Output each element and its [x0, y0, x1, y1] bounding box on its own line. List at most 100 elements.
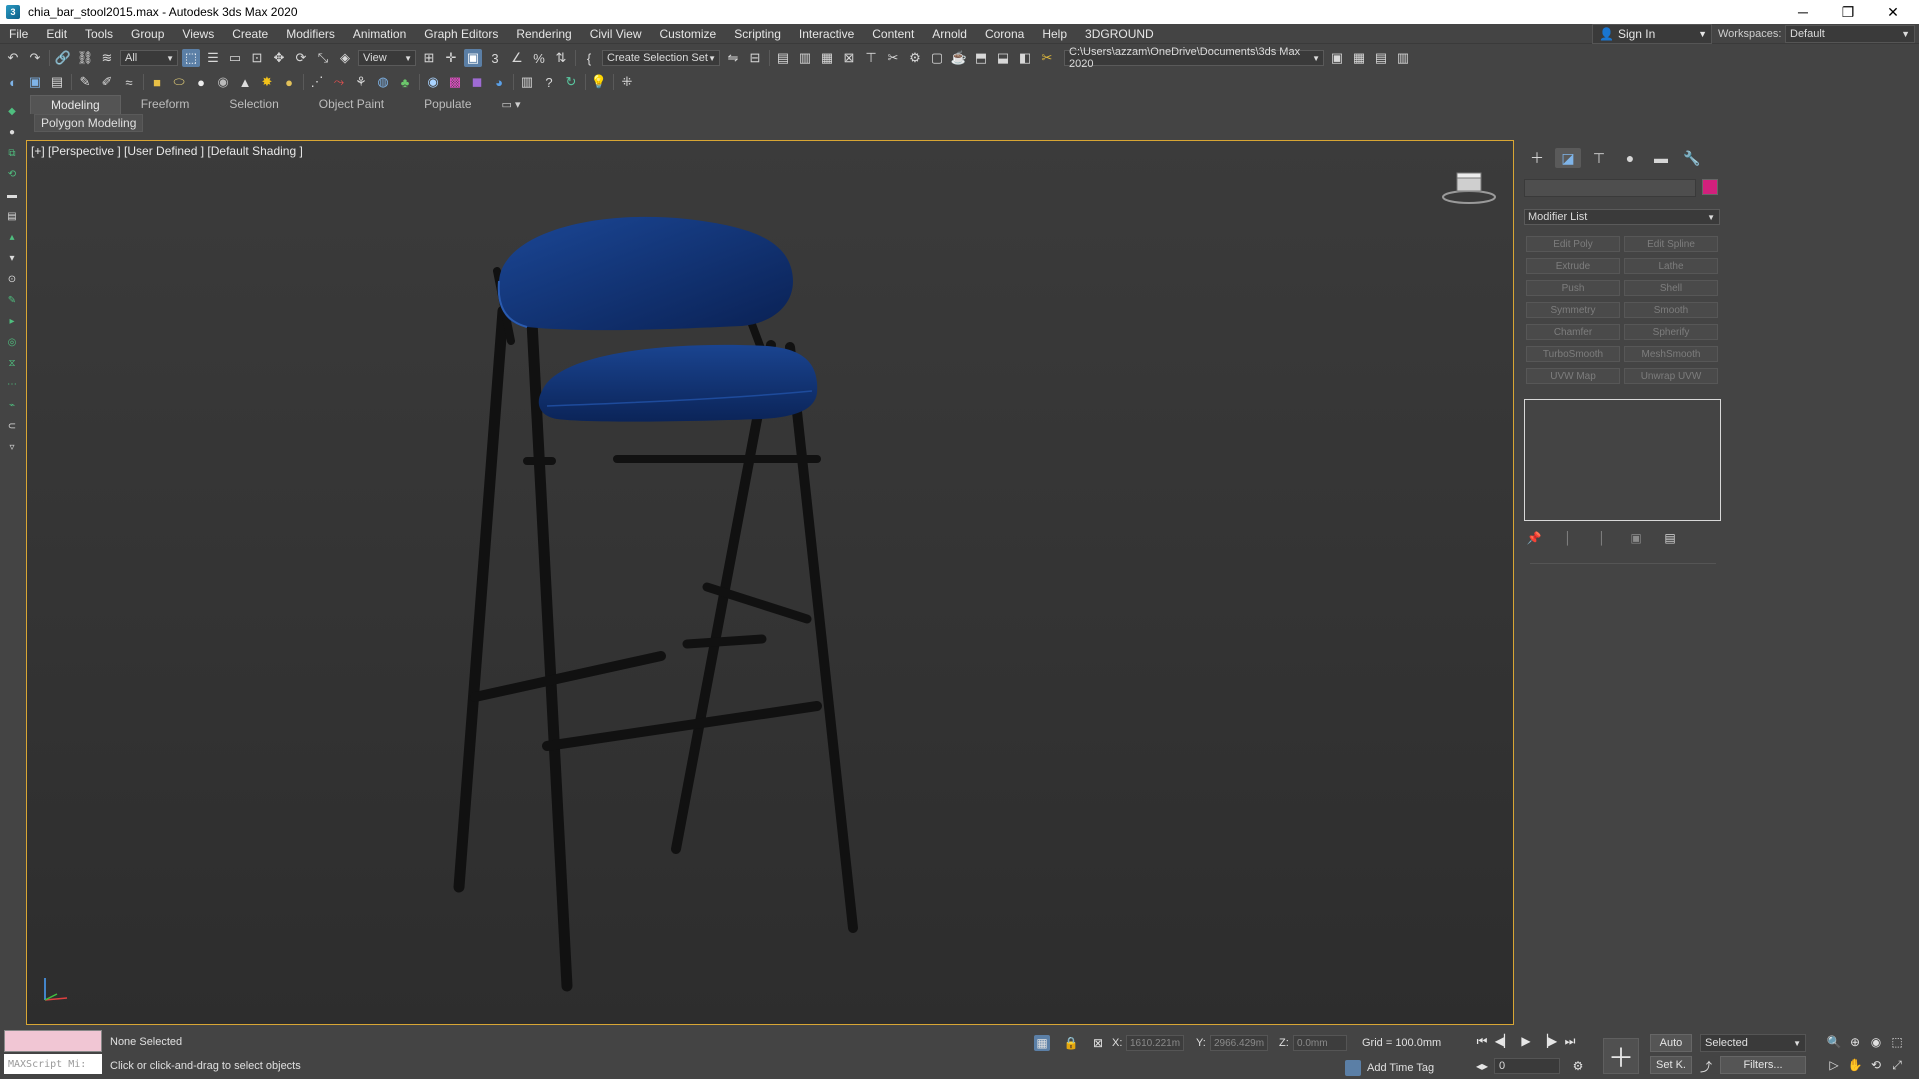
modifier-meshsmooth-button[interactable]: MeshSmooth — [1624, 346, 1718, 362]
material-icon[interactable]: ◍ — [374, 73, 392, 91]
edit-named-selection-icon[interactable]: { — [580, 49, 598, 67]
redo-icon[interactable]: ↷ — [26, 49, 44, 67]
create-icon[interactable]: ＋ — [1524, 148, 1550, 168]
strip-camera-icon[interactable]: ⧖ — [6, 357, 18, 369]
render-iterative-icon[interactable]: ⬒ — [972, 49, 990, 67]
current-frame-field[interactable]: 0 — [1494, 1058, 1560, 1074]
named-selection-dropdown[interactable]: Create Selection Set ▼ — [602, 50, 720, 66]
keyboard-shortcut-override-icon[interactable]: ▣ — [464, 49, 482, 67]
modifier-spherify-button[interactable]: Spherify — [1624, 324, 1718, 340]
ref-coord-dropdown[interactable]: View ▼ — [358, 50, 416, 66]
corona-render-icon[interactable]: ◉ — [424, 73, 442, 91]
viewcube-icon[interactable] — [1439, 167, 1499, 207]
strip-object-icon[interactable]: ▴ — [6, 231, 18, 243]
create-project-icon[interactable]: ▦ — [1350, 49, 1368, 67]
configure-modifier-sets-icon[interactable]: ▤ — [1662, 530, 1678, 546]
menu-file[interactable]: File — [0, 27, 37, 41]
modifier-uvw-map-button[interactable]: UVW Map — [1526, 368, 1620, 384]
open-container-icon[interactable]: ▣ — [26, 73, 44, 91]
render-online-icon[interactable]: ◧ — [1016, 49, 1034, 67]
select-manipulate-icon[interactable]: ✛ — [442, 49, 460, 67]
auto-key-button[interactable]: Auto — [1650, 1034, 1692, 1052]
select-by-name-icon[interactable]: ☰ — [204, 49, 222, 67]
unlink-icon[interactable]: ⛓ — [76, 49, 94, 67]
select-scale-icon[interactable]: ⤡ — [314, 49, 332, 67]
material-editor-icon[interactable]: ✂ — [884, 49, 902, 67]
workspace-dropdown[interactable]: Default ▼ — [1785, 25, 1915, 43]
menu-interactive[interactable]: Interactive — [790, 27, 863, 41]
lightbulb-icon[interactable]: 💡 — [590, 73, 608, 91]
modifier-unwrap-uvw-button[interactable]: Unwrap UVW — [1624, 368, 1718, 384]
strip-filter-icon[interactable]: ▾ — [6, 252, 18, 264]
tab-object-paint[interactable]: Object Paint — [299, 95, 404, 113]
pan-view-icon[interactable]: ✋ — [1847, 1057, 1863, 1073]
project-folder-icon[interactable]: ▣ — [1328, 49, 1346, 67]
modifier-turbosmooth-button[interactable]: TurboSmooth — [1526, 346, 1620, 362]
strip-dot-icon[interactable]: ● — [6, 126, 18, 138]
select-rotate-icon[interactable]: ⟳ — [292, 49, 310, 67]
y-coord-field[interactable]: 2966.429m — [1210, 1035, 1268, 1051]
strip-light-icon[interactable]: ◎ — [6, 336, 18, 348]
spacing-tool-icon[interactable]: ⤳ — [330, 73, 348, 91]
project-open-icon[interactable]: ▥ — [1394, 49, 1412, 67]
key-filter-dropdown[interactable]: Selected ▼ — [1700, 1034, 1806, 1052]
go-to-start-icon[interactable]: ⏮ — [1474, 1033, 1490, 1049]
modifier-smooth-button[interactable]: Smooth — [1624, 302, 1718, 318]
z-coord-field[interactable]: 0.0mm — [1293, 1035, 1347, 1051]
rendered-frame-window-icon[interactable]: ▢ — [928, 49, 946, 67]
strip-more-icon[interactable]: ▿ — [6, 441, 18, 453]
cylinder-primitive-icon[interactable]: ⬭ — [170, 73, 188, 91]
menu-graph-editors[interactable]: Graph Editors — [415, 27, 507, 41]
undo-icon[interactable]: ↶ — [4, 49, 22, 67]
close-button[interactable]: ✕ — [1870, 0, 1916, 24]
sphere-primitive-icon[interactable]: ● — [192, 73, 210, 91]
light-icon[interactable]: ✸ — [258, 73, 276, 91]
tab-selection[interactable]: Selection — [209, 95, 298, 113]
display-icon[interactable]: ▬ — [1648, 148, 1674, 168]
key-filters-button[interactable]: Filters... — [1720, 1056, 1806, 1074]
absolute-mode-icon[interactable]: ⊠ — [1090, 1035, 1106, 1051]
help-icon[interactable]: ? — [540, 73, 558, 91]
menu-tools[interactable]: Tools — [76, 27, 122, 41]
modifier-stack[interactable] — [1524, 399, 1721, 521]
scatter-icon[interactable]: ▥ — [518, 73, 536, 91]
angle-snap-icon[interactable]: ∠ — [508, 49, 526, 67]
object-name-field[interactable] — [1524, 179, 1696, 197]
ribbon-toggle-icon[interactable]: ▦ — [818, 49, 836, 67]
menu-edit[interactable]: Edit — [37, 27, 76, 41]
select-object-icon[interactable]: ⬚ — [182, 49, 200, 67]
menu-views[interactable]: Views — [173, 27, 223, 41]
selection-filter-dropdown[interactable]: All ▼ — [120, 50, 178, 66]
menu-3dground[interactable]: 3DGROUND — [1076, 27, 1163, 41]
modifier-push-button[interactable]: Push — [1526, 280, 1620, 296]
strip-layer-icon[interactable]: ▤ — [6, 210, 18, 222]
key-tangent-icon[interactable]: ⤴ — [1698, 1058, 1714, 1074]
particle-icon[interactable]: ⚘ — [352, 73, 370, 91]
object-color-swatch[interactable] — [1702, 179, 1718, 195]
next-frame-icon[interactable]: ▕▶ — [1539, 1033, 1557, 1049]
modifier-shell-button[interactable]: Shell — [1624, 280, 1718, 296]
box-primitive-icon[interactable]: ■ — [148, 73, 166, 91]
array-icon[interactable]: ⋰ — [308, 73, 326, 91]
sign-in-dropdown[interactable]: 👤 Sign In ▼ — [1592, 24, 1712, 44]
motion-icon[interactable]: ● — [1617, 148, 1643, 168]
select-move-icon[interactable]: ✥ — [270, 49, 288, 67]
menu-create[interactable]: Create — [223, 27, 277, 41]
menu-corona[interactable]: Corona — [976, 27, 1033, 41]
menu-modifiers[interactable]: Modifiers — [277, 27, 344, 41]
modifier-chamfer-button[interactable]: Chamfer — [1526, 324, 1620, 340]
render-activeshade-icon[interactable]: ⬓ — [994, 49, 1012, 67]
strip-freeze-icon[interactable]: ✎ — [6, 294, 18, 306]
align-icon[interactable]: ⊟ — [746, 49, 764, 67]
ribbon-options-icon[interactable]: ▭ ▾ — [502, 98, 521, 111]
pin-stack-icon[interactable]: 📌 — [1526, 530, 1542, 546]
grid-tool-icon[interactable]: ⁜ — [618, 73, 636, 91]
show-end-result-icon[interactable]: │ — [1560, 530, 1576, 546]
save-container-icon[interactable]: ▤ — [48, 73, 66, 91]
menu-customize[interactable]: Customize — [651, 27, 726, 41]
menu-group[interactable]: Group — [122, 27, 173, 41]
rect-selection-region-icon[interactable]: ▭ — [226, 49, 244, 67]
brush-settings-icon[interactable]: ✐ — [98, 73, 116, 91]
corona-vfb-icon[interactable]: ◕ — [490, 73, 508, 91]
field-of-view-icon[interactable]: ▷ — [1826, 1057, 1842, 1073]
